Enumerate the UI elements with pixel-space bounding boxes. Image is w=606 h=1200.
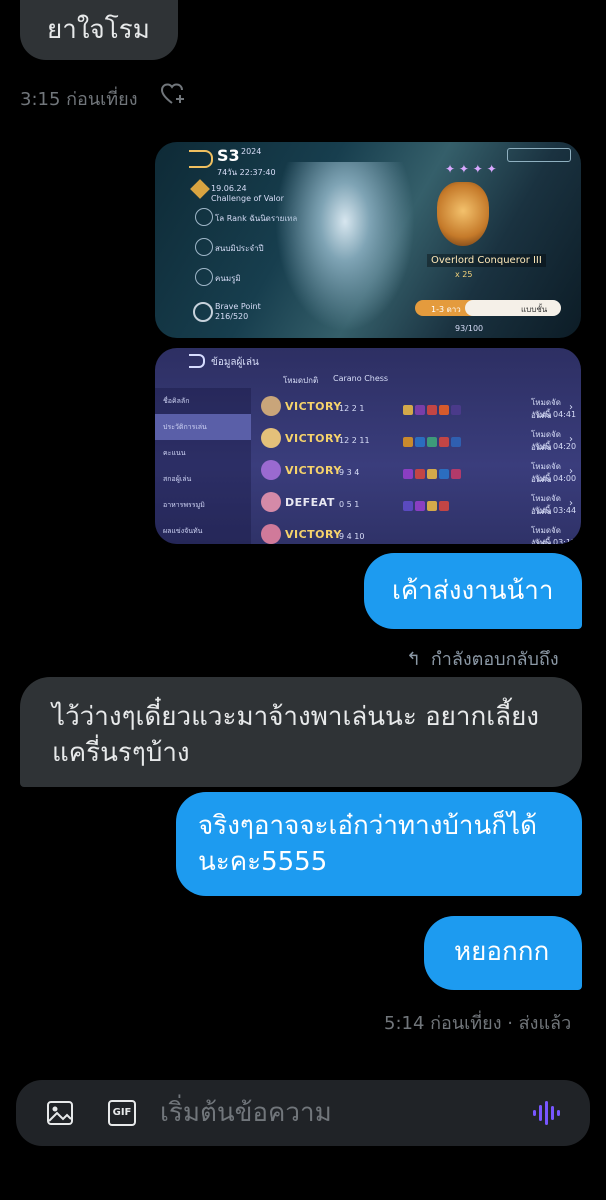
match-result: VICTORY [285,432,342,445]
incoming-message-bubble[interactable]: ไว้ว่างๆเดี๋ยวแวะมาจ้างพาเล่นนะ อยากเลี้… [20,677,582,787]
sidebar-item[interactable]: คะแนน [155,440,251,466]
kda: 0 5 1 [339,500,360,509]
message-input[interactable]: เริ่มต้นข้อความ [160,1094,332,1132]
match-row[interactable]: VICTORY 9 4 10 โหมดจัดอันดับ วันนี้ 03:1… [255,520,581,544]
sidebar-item[interactable]: ผลแข่งจันทัน [155,518,251,544]
reply-indicator: ↰ กำลังตอบกลับถึง [406,649,559,670]
season-logo-icon [189,150,213,168]
season-menu-icon[interactable] [195,238,213,256]
history-sidebar: ชื่อคิลลัก ประวัติการเล่น คะแนน สกอผู้เล… [155,388,251,544]
message-text: จริงๆอาจจะเอ๋กว่าทางบ้านก็ได้นะคะ5555 [198,811,537,877]
incoming-message-bubble[interactable]: ยาใจโรม [20,0,178,60]
sidebar-item-history[interactable]: ประวัติการเล่น [155,414,251,440]
points-label: 93/100 [455,324,484,333]
kda: 12 2 11 [339,436,370,445]
match-row[interactable]: VICTORY 12 2 11 โหมดจัดอันดับ วันนี้ 04:… [255,424,581,456]
match-row[interactable]: VICTORY 9 3 4 โหมดจัดอันดับ วันนี้ 04:00… [255,456,581,488]
message-status: 5:14 ก่อนเที่ยง · ส่งแล้ว [384,1013,572,1034]
match-result: DEFEAT [285,496,335,509]
hero-avatar [261,460,281,480]
match-result: VICTORY [285,464,342,477]
challenge-label: Challenge of Valor [211,194,284,203]
tab-normal[interactable]: โหมดปกติ [283,374,318,387]
outgoing-message-bubble[interactable]: จริงๆอาจจะเอ๋กว่าทางบ้านก็ได้นะคะ5555 [176,792,582,896]
reward-menu-icon[interactable] [195,268,213,286]
like-heart-icon[interactable] [160,82,186,106]
item-slots [403,464,463,483]
reply-arrow-icon: ↰ [406,649,422,670]
sidebar-item[interactable]: ชื่อคิลลัก [155,388,251,414]
match-result: VICTORY [285,400,342,413]
gif-button[interactable]: GIF [108,1100,136,1126]
match-result: VICTORY [285,528,342,541]
chevron-right-icon[interactable]: › [569,402,573,413]
match-row[interactable]: DEFEAT 0 5 1 โหมดจัดอันดับ วันนี้ 03:44 … [255,488,581,520]
outgoing-message-bubble[interactable]: หยอกกก [424,916,582,990]
outgoing-message-bubble[interactable]: เค้าส่งงานน้าา [364,553,582,629]
top-bar-button[interactable] [507,148,571,162]
item-slots [403,400,463,419]
hero-avatar [261,492,281,512]
message-text: เค้าส่งงานน้าา [392,576,554,606]
tab-carano-chess[interactable]: Carano Chess [333,374,388,383]
star-icons: ✦ ✦ ✦ ✦ [445,162,497,176]
rank-badge-icon [190,179,210,199]
message-text: ไว้ว่างๆเดี๋ยวแวะมาจ้างพาเล่นนะ อยากเลี้… [52,702,540,768]
item-slots [403,496,451,515]
game-rank-screenshot[interactable]: S3 2024 74วัน 22:37:40 19.06.24 Challeng… [155,142,581,338]
back-logo-icon [189,354,205,368]
item-slots [403,432,463,451]
voice-message-icon[interactable] [530,1098,562,1128]
kda: 9 4 10 [339,532,365,541]
hero-avatar [261,524,281,544]
match-history-screenshot[interactable]: ข้อมูลผู้เล่น โหมดปกติ Carano Chess ชื่อ… [155,348,581,544]
image-icon[interactable] [46,1100,74,1126]
rank-emblem-icon [437,182,489,246]
rank-info-icon[interactable] [195,208,213,226]
message-timestamp: 3:15 ก่อนเที่ยง [20,89,138,110]
hero-artwork [275,162,415,332]
season-label: S3 [217,146,240,165]
kda: 9 3 4 [339,468,360,477]
sidebar-item[interactable]: สกอผู้เล่น [155,466,251,492]
sidebar-item[interactable]: อาหารพรรมูมิ [155,492,251,518]
kda: 12 2 1 [339,404,365,413]
history-title: ข้อมูลผู้เล่น [211,357,259,368]
hero-avatar [261,428,281,448]
chevron-right-icon[interactable]: › [569,498,573,509]
message-composer: GIF เริ่มต้นข้อความ [16,1080,590,1146]
message-text: หยอกกก [454,937,550,967]
season-timer: 74วัน 22:37:40 [217,168,276,177]
chevron-right-icon[interactable]: › [569,434,573,445]
rank-name: Overlord Conqueror III [427,254,546,267]
hero-avatar [261,396,281,416]
match-row[interactable]: VICTORY 12 2 1 โหมดจัดอันดับ วันนี้ 04:4… [255,392,581,424]
match-time: วันนี้ 03:17 [535,538,577,544]
message-text: ยาใจโรม [47,15,150,45]
rank-stars: x 25 [455,270,473,279]
chevron-right-icon[interactable]: › [569,466,573,477]
brave-point-icon [193,302,213,322]
